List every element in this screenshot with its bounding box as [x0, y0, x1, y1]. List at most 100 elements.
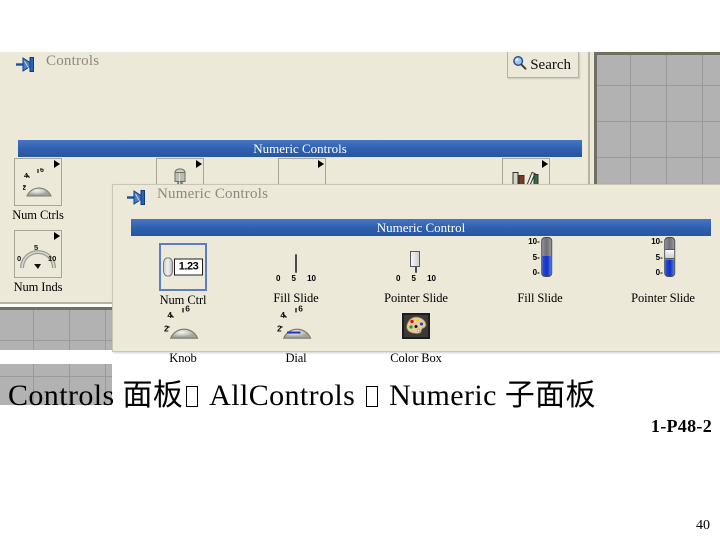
svg-text:6: 6	[40, 168, 44, 174]
missing-glyph-box	[186, 386, 199, 407]
num-inds-icon-frame[interactable]: 0 5 10	[14, 230, 62, 278]
search-button[interactable]: Search	[507, 52, 579, 78]
palette-item-fill-slide-h[interactable]: 0 5 10 Fill Slide	[251, 243, 341, 306]
controls-palette-header: Controls Search	[0, 52, 588, 78]
svg-text:2: 2	[277, 324, 282, 334]
svg-text:6: 6	[185, 305, 190, 314]
knob-icon-area[interactable]: 6 4 2	[153, 303, 213, 349]
tick-label: 0	[276, 274, 281, 283]
palette-item-color-box[interactable]: Color Box	[361, 303, 471, 366]
numeric-palette-header: Numeric Controls	[113, 185, 720, 210]
spinner-arrows-icon	[163, 257, 173, 277]
tick-label: 10	[651, 237, 663, 246]
fill-slide-v-icon-area[interactable]: 10 5 0	[510, 233, 570, 289]
pushpin-icon[interactable]	[125, 189, 149, 206]
slide-ticks: 10 5 0	[651, 237, 663, 277]
vertical-fill-slide-icon: 10 5 0	[528, 237, 552, 277]
labview-palette-screenshot: Controls Search Numeric Controls 6 4 2 N…	[0, 52, 720, 405]
caption-part-1: Controls 面板	[8, 379, 184, 412]
svg-text:4: 4	[167, 310, 172, 320]
svg-text:5: 5	[34, 243, 38, 252]
palette-item-label: Pointer Slide	[631, 291, 695, 305]
dial-icon: 6 4 2	[277, 303, 315, 346]
slide-pointer	[409, 251, 420, 267]
palette-item-fill-slide-v[interactable]: 10 5 0 Fill Slide	[495, 233, 585, 306]
slide-caption: Controls 面板 AllControls Numeric 子面板	[0, 370, 720, 414]
palette-item-label: Dial	[285, 351, 307, 365]
slide-ticks: 0 5 10	[394, 274, 438, 283]
controls-palette-selected-bar: Numeric Controls	[18, 140, 582, 157]
meter-icon: 0 5 10	[17, 241, 59, 271]
svg-text:6: 6	[298, 305, 303, 314]
palette-item-label: Num Inds	[13, 280, 63, 294]
numeric-controls-palette[interactable]: Numeric Controls Numeric Control 1.23 Nu…	[112, 184, 720, 365]
color-palette-icon	[402, 313, 430, 339]
svg-text:4: 4	[280, 310, 285, 320]
missing-glyph-box	[366, 386, 379, 407]
slide-track	[295, 254, 297, 273]
search-button-label: Search	[530, 56, 571, 73]
tick-label: 0	[528, 268, 540, 277]
palette-item-label: Num Ctrls	[12, 208, 64, 222]
slide-subcaption: 1-P48-2	[650, 416, 712, 436]
submenu-arrow-icon[interactable]	[54, 160, 60, 168]
tick-label: 0	[651, 268, 663, 277]
palette-item-num-ctrls[interactable]: 6 4 2 Num Ctrls	[6, 158, 70, 223]
submenu-arrow-icon[interactable]	[542, 160, 548, 168]
palette-item-pointer-slide-h[interactable]: 0 5 10 Pointer Slide	[361, 243, 471, 306]
palette-item-num-inds[interactable]: 0 5 10 Num Inds	[6, 230, 70, 295]
palette-item-knob[interactable]: 6 4 2 Knob	[143, 303, 223, 366]
palette-item-label: Knob	[169, 351, 197, 365]
svg-text:4: 4	[24, 173, 28, 180]
dial-icon-area[interactable]: 6 4 2	[266, 303, 326, 349]
tick-label: 10	[528, 237, 540, 246]
palette-item-dial[interactable]: 6 4 2 Dial	[251, 303, 341, 366]
submenu-arrow-icon[interactable]	[318, 160, 324, 168]
controls-palette-title: Controls	[46, 53, 100, 69]
slide-pointer	[664, 248, 674, 259]
palette-item-num-ctrl[interactable]: 1.23 Num Ctrl	[143, 243, 223, 308]
pointer-slide-h-icon-area[interactable]: 0 5 10	[386, 243, 446, 289]
slide-ticks: 0 5 10	[274, 274, 318, 283]
numeric-palette-title: Numeric Controls	[157, 186, 269, 202]
palette-item-pointer-slide-v[interactable]: 10 5 0 Pointer Slide	[608, 233, 718, 306]
caption-part-3: Numeric 子面板	[389, 379, 596, 412]
tick-label: 0	[396, 274, 401, 283]
tick-label: 5	[528, 253, 540, 262]
svg-text:2: 2	[23, 185, 26, 192]
num-ctrls-icon-frame[interactable]: 6 4 2	[14, 158, 62, 206]
tick-label: 10	[427, 274, 436, 283]
knob-icon: 6 4 2	[22, 167, 53, 198]
tick-label: 10	[307, 274, 316, 283]
fill-slide-h-icon-area[interactable]: 0 5 10	[266, 243, 326, 289]
vertical-pointer-slide-icon: 10 5 0	[651, 237, 675, 277]
svg-text:0: 0	[17, 254, 21, 263]
slide-ticks: 10 5 0	[528, 237, 540, 277]
pushpin-icon[interactable]	[14, 56, 38, 73]
num-ctrl-icon-frame[interactable]: 1.23	[159, 243, 207, 291]
horizontal-pointer-slide-icon: 0 5 10	[394, 251, 438, 283]
color-box-icon-area[interactable]	[386, 303, 446, 349]
tick-label: 5	[651, 253, 663, 262]
page-number: 40	[696, 518, 710, 533]
slide-fill	[541, 256, 551, 276]
palette-item-label: Color Box	[390, 351, 442, 365]
horizontal-fill-slide-icon: 0 5 10	[274, 254, 318, 283]
slide-track	[540, 237, 552, 277]
front-panel-grid-right	[594, 52, 720, 203]
magnifier-icon	[512, 55, 527, 75]
knob-icon: 6 4 2	[164, 303, 202, 346]
slide-track	[663, 237, 675, 277]
submenu-arrow-icon[interactable]	[54, 232, 60, 240]
submenu-arrow-icon[interactable]	[196, 160, 202, 168]
pointer-slide-v-icon-area[interactable]: 10 5 0	[633, 233, 693, 289]
white-background-strip	[0, 350, 720, 364]
svg-text:2: 2	[164, 324, 169, 334]
numeric-value: 1.23	[174, 258, 203, 276]
caption-part-2: AllControls	[209, 379, 356, 412]
svg-text:10: 10	[48, 254, 56, 263]
palette-item-label: Fill Slide	[517, 291, 563, 305]
numeric-control-icon: 1.23	[163, 257, 203, 277]
tick-label: 5	[291, 274, 296, 283]
slide-fill	[664, 260, 674, 276]
